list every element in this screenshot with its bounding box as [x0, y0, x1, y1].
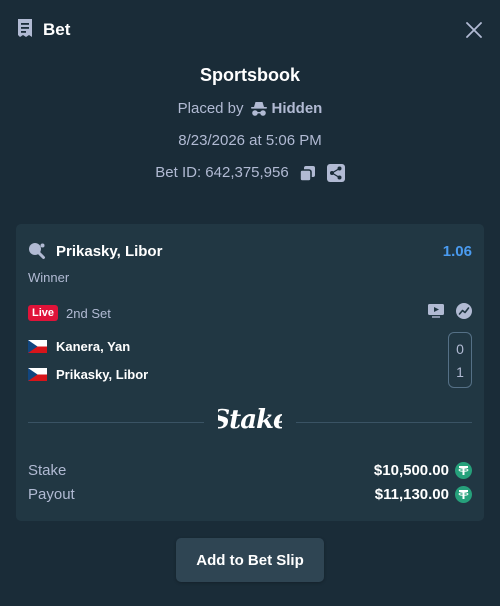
stake-logo-text: Stake [218, 405, 282, 435]
scoreboard: 0 1 [448, 332, 472, 388]
close-icon [466, 22, 482, 38]
stake-amount: $10,500.00 [373, 461, 449, 479]
copy-button[interactable] [299, 164, 317, 182]
placed-by-row: Placed by Hidden [0, 99, 500, 119]
modal-header: Bet [0, 0, 500, 60]
trend-chart-icon [456, 302, 472, 319]
usdt-icon [455, 485, 472, 503]
team-score: 1 [456, 363, 464, 380]
placed-by-label: Placed by [177, 100, 244, 117]
payout-label: Payout [28, 485, 75, 503]
set-label: 2nd Set [66, 305, 111, 321]
payout-amount-group: $11,130.00 [374, 485, 472, 503]
stats-button[interactable] [456, 302, 472, 324]
bet-card: Prikasky, Libor 1.06 Winner Live 2nd Set [16, 224, 484, 521]
modal-title-group: Bet [16, 18, 70, 43]
team-name: Prikasky, Libor [56, 366, 149, 382]
czech-flag-icon [28, 339, 47, 353]
team-row: Kanera, Yan [28, 337, 130, 355]
stake-logo: Stake [211, 403, 290, 442]
placed-by-user: Hidden [271, 100, 323, 117]
payout-row: Payout $11,130.00 [28, 484, 472, 504]
copy-icon [299, 165, 316, 182]
match-status-row: Live 2nd Set [28, 302, 472, 324]
market-name: Winner [28, 270, 70, 285]
stake-row: Stake $10,500.00 [28, 460, 472, 480]
stake-amount-group: $10,500.00 [373, 461, 472, 479]
hidden-user: Hidden [250, 99, 323, 119]
sportsbook-title: Sportsbook [199, 65, 300, 85]
add-to-bet-slip-button[interactable]: Add to Bet Slip [176, 538, 324, 582]
team-name: Kanera, Yan [56, 338, 131, 354]
share-button[interactable] [326, 164, 345, 182]
team-score: 0 [456, 340, 464, 357]
team-row: Prikasky, Libor [28, 365, 148, 383]
payout-amount: $11,130.00 [374, 485, 449, 503]
usdt-icon [455, 461, 472, 479]
receipt-icon [16, 18, 34, 43]
live-badge: Live [28, 305, 59, 321]
bet-info: Sportsbook Placed by Hidden 8/23/2026 at… [0, 60, 500, 183]
bet-id-row: Bet ID: 642,375,956 [0, 163, 500, 183]
logo-divider: Stake [28, 404, 472, 440]
bet-id: Bet ID: 642,375,956 [155, 164, 289, 181]
match-status-icons [428, 302, 472, 324]
bet-datetime: 8/23/2026 at 5:06 PM [178, 132, 322, 149]
incognito-icon [250, 102, 267, 116]
tv-play-icon [428, 303, 444, 318]
divider-line [28, 421, 204, 423]
stake-label: Stake [28, 461, 67, 479]
selection-row: Prikasky, Libor 1.06 [28, 241, 472, 261]
selection-name: Prikasky, Libor [56, 242, 163, 260]
czech-flag-icon [28, 367, 47, 381]
table-tennis-icon [29, 243, 45, 259]
modal-title: Bet [43, 20, 71, 39]
share-icon [326, 164, 345, 182]
selection-odds: 1.06 [442, 242, 472, 260]
close-button[interactable] [464, 20, 484, 40]
live-stream-button[interactable] [428, 303, 444, 323]
divider-line [296, 421, 472, 423]
